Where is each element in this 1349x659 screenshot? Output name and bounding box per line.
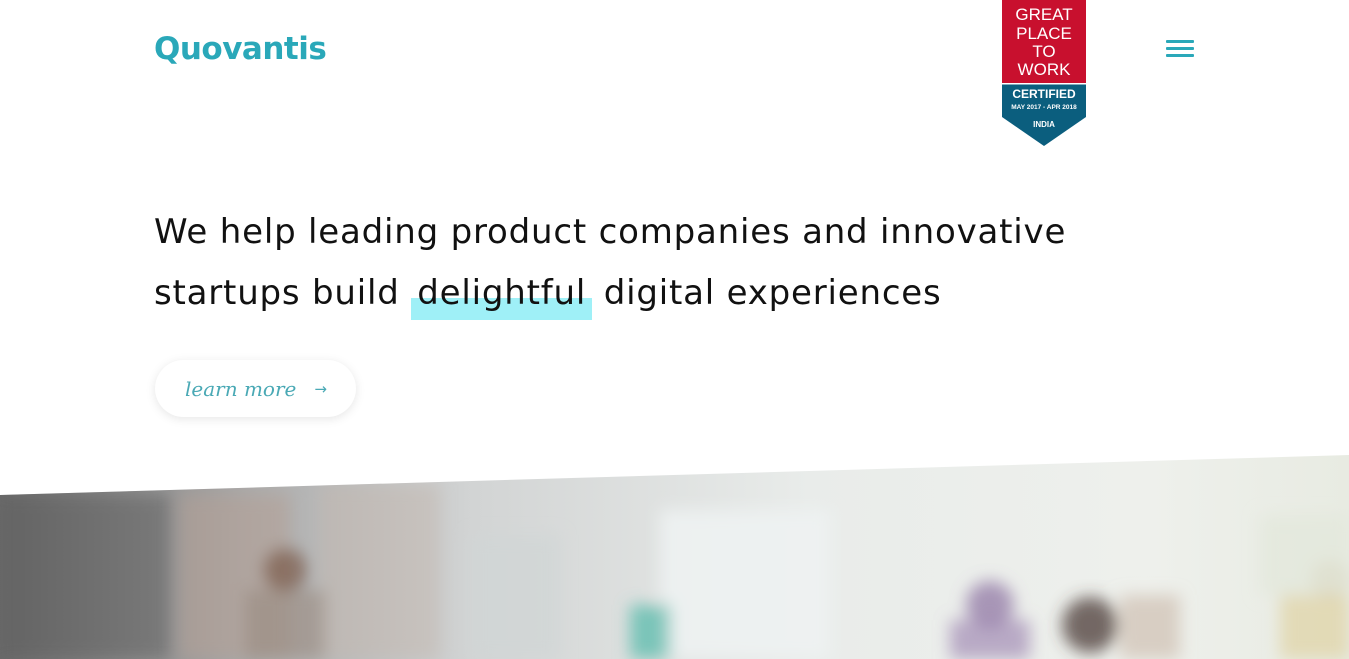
page: Quovantis GREAT PLACE TO WORK CERTIFIED … bbox=[0, 0, 1349, 659]
badge-certified: CERTIFIED bbox=[1012, 87, 1076, 101]
menu-bar-middle bbox=[1166, 47, 1194, 50]
menu-bar-top bbox=[1166, 40, 1194, 43]
badge-line4: WORK bbox=[1018, 60, 1072, 79]
blurred-office-image bbox=[0, 455, 1349, 659]
badge-dates: MAY 2017 - APR 2018 bbox=[1011, 104, 1077, 111]
headline-text-end: digital experiences bbox=[603, 273, 942, 313]
badge-graphic: GREAT PLACE TO WORK CERTIFIED MAY 2017 -… bbox=[1000, 0, 1088, 148]
badge-line3: TO bbox=[1032, 42, 1055, 61]
learn-more-button[interactable]: learn more → bbox=[155, 360, 356, 417]
headline-highlight: delightful bbox=[411, 263, 592, 324]
hamburger-menu-icon[interactable] bbox=[1165, 39, 1195, 59]
great-place-to-work-badge: GREAT PLACE TO WORK CERTIFIED MAY 2017 -… bbox=[999, 0, 1089, 148]
menu-bar-bottom bbox=[1166, 54, 1194, 57]
quovantis-logo[interactable]: Quovantis bbox=[154, 26, 327, 72]
office-photo bbox=[0, 455, 1349, 659]
logo-text: Quovantis bbox=[154, 31, 327, 67]
badge-country: INDIA bbox=[1033, 120, 1055, 129]
hero-headline: We help leading product companies and in… bbox=[154, 202, 1134, 324]
arrow-right-icon: → bbox=[314, 379, 327, 398]
badge-line1: GREAT bbox=[1015, 5, 1072, 24]
learn-more-label: learn more bbox=[185, 376, 297, 401]
badge-line2: PLACE bbox=[1016, 24, 1072, 43]
